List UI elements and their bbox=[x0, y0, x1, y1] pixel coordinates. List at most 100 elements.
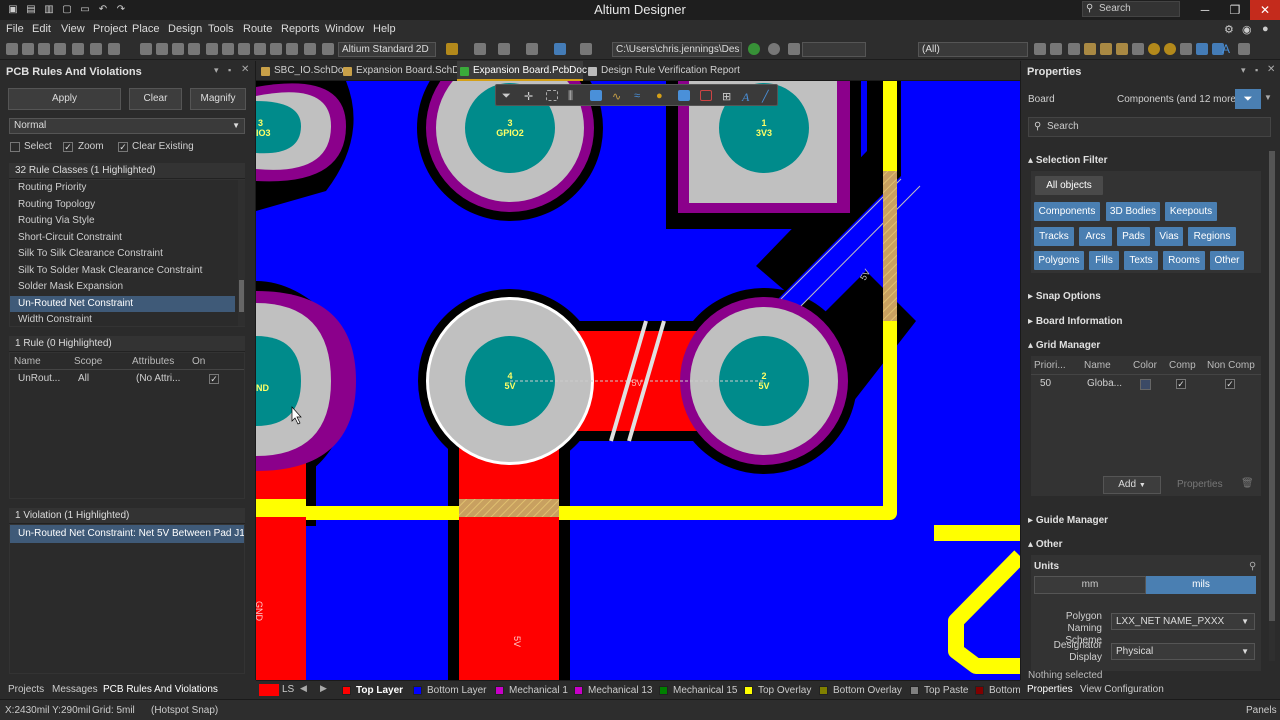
close-icon[interactable]: ✕ bbox=[1267, 64, 1275, 75]
pcb-drawing[interactable]: 3 GPIO2 1 3V3 3 IO3 ND 4 5V 2 5V 5V 5V 5… bbox=[256, 81, 1020, 680]
save-icon[interactable] bbox=[22, 43, 34, 55]
diff-pair-icon[interactable]: ≈ bbox=[634, 90, 646, 102]
scrollbar-thumb[interactable] bbox=[239, 280, 244, 312]
scroll-left-icon[interactable]: ◀ bbox=[300, 683, 307, 694]
rubber-stamp-icon[interactable] bbox=[188, 43, 200, 55]
menu-route[interactable]: Route bbox=[243, 23, 272, 35]
menu-project[interactable]: Project bbox=[93, 23, 127, 35]
filter-select[interactable]: (All) bbox=[918, 42, 1028, 57]
view-configuration-select[interactable]: Altium Standard 2D bbox=[338, 42, 436, 57]
fill-icon[interactable] bbox=[1196, 43, 1208, 55]
arc-icon[interactable] bbox=[1180, 43, 1192, 55]
filter-regions[interactable]: Regions bbox=[1188, 227, 1236, 246]
filter-tracks[interactable]: Tracks bbox=[1034, 227, 1074, 246]
panel-menu-icon[interactable]: ▾ bbox=[1241, 65, 1246, 76]
select-checkbox[interactable] bbox=[10, 142, 20, 152]
select-icon[interactable] bbox=[546, 90, 558, 101]
column-comp[interactable]: Comp bbox=[1169, 360, 1196, 371]
via-icon[interactable] bbox=[1164, 43, 1176, 55]
filter-button[interactable]: ⏷ bbox=[1235, 89, 1261, 109]
select-area-icon[interactable] bbox=[206, 43, 218, 55]
tune-icon[interactable] bbox=[1116, 43, 1128, 55]
close-button[interactable]: ✕ bbox=[1250, 0, 1280, 20]
restore-button[interactable]: ❐ bbox=[1220, 0, 1250, 20]
stop-icon[interactable] bbox=[768, 43, 780, 55]
list-item[interactable]: Silk To Silk Clearance Constraint bbox=[10, 246, 244, 263]
other-header[interactable]: ▴ Other bbox=[1028, 539, 1062, 550]
non-comp-checkbox[interactable]: ✓ bbox=[1225, 379, 1235, 389]
panels-button[interactable]: Panels bbox=[1246, 705, 1277, 716]
tab-drc-report[interactable]: Design Rule Verification Report bbox=[585, 61, 740, 81]
unit-mils-button[interactable]: mils bbox=[1146, 576, 1256, 594]
layer-tab-mechanical-1[interactable]: Mechanical 1 bbox=[495, 685, 568, 696]
selection-filter-header[interactable]: ▴ Selection Filter bbox=[1028, 155, 1108, 166]
column-name[interactable]: Name bbox=[1084, 360, 1111, 371]
current-layer-swatch[interactable] bbox=[259, 684, 279, 696]
dropdown-icon[interactable] bbox=[1034, 43, 1046, 55]
list-item[interactable]: Short-Circuit Constraint bbox=[10, 230, 244, 247]
component-icon[interactable] bbox=[554, 43, 566, 55]
pad-icon[interactable]: ● bbox=[656, 90, 668, 102]
place-icon[interactable] bbox=[498, 43, 510, 55]
panel-menu-icon[interactable]: ▾ bbox=[214, 65, 219, 76]
pcb-canvas[interactable]: 3 GPIO2 1 3V3 3 IO3 ND 4 5V 2 5V 5V 5V 5… bbox=[256, 81, 1020, 680]
column-priority[interactable]: Priori... bbox=[1034, 360, 1066, 371]
scrollbar[interactable] bbox=[238, 180, 245, 326]
menu-window[interactable]: Window bbox=[325, 23, 364, 35]
table-row[interactable]: UnRout... All (No Attri... ✓ bbox=[10, 371, 244, 387]
magnify-button[interactable]: Magnify bbox=[190, 88, 246, 110]
menu-view[interactable]: View bbox=[61, 23, 85, 35]
grid-manager-header[interactable]: ▴ Grid Manager bbox=[1028, 340, 1100, 351]
violation-item[interactable]: Un-Routed Net Constraint: Net 5V Between… bbox=[10, 525, 244, 543]
designator-display-select[interactable]: Physical ▼ bbox=[1111, 643, 1255, 660]
route-icon[interactable]: ∿ bbox=[612, 90, 624, 103]
trash-icon[interactable]: 🗑 bbox=[1241, 478, 1254, 489]
list-item[interactable]: Width Constraint bbox=[10, 312, 244, 329]
menu-design[interactable]: Design bbox=[168, 23, 202, 35]
chart-icon[interactable] bbox=[446, 43, 458, 55]
user-icon[interactable]: ● bbox=[1262, 23, 1269, 35]
grid-color-swatch[interactable] bbox=[1140, 379, 1151, 390]
table-row[interactable]: 50 Globa... ✓ ✓ bbox=[1031, 376, 1261, 392]
align-icon[interactable]: ⫼ bbox=[568, 90, 580, 102]
column-color[interactable]: Color bbox=[1133, 360, 1157, 371]
filter-pads[interactable]: Pads bbox=[1117, 227, 1150, 246]
layer-tab-top-layer[interactable]: Top Layer bbox=[342, 685, 403, 696]
tab-properties[interactable]: Properties bbox=[1027, 684, 1073, 695]
undo-icon[interactable] bbox=[270, 43, 282, 55]
clear-existing-checkbox[interactable]: ✓ bbox=[118, 142, 128, 152]
cut-icon[interactable] bbox=[140, 43, 152, 55]
zoom-icon[interactable] bbox=[54, 43, 66, 55]
scroll-right-icon[interactable]: ▶ bbox=[320, 683, 327, 694]
text-icon[interactable] bbox=[580, 43, 592, 55]
fill-icon[interactable] bbox=[678, 90, 690, 101]
layer-tab-mechanical-13[interactable]: Mechanical 13 bbox=[574, 685, 652, 696]
list-item[interactable]: Routing Topology bbox=[10, 197, 244, 214]
line-icon[interactable]: ╱ bbox=[762, 90, 774, 103]
zoom-area-icon[interactable] bbox=[90, 43, 102, 55]
tab-view-configuration[interactable]: View Configuration bbox=[1080, 684, 1164, 695]
clear-button[interactable]: Clear bbox=[129, 88, 182, 110]
zoom-checkbox[interactable]: ✓ bbox=[63, 142, 73, 152]
layer-tab-bottom-layer[interactable]: Bottom Layer bbox=[413, 685, 486, 696]
guide-manager-header[interactable]: ▸ Guide Manager bbox=[1028, 515, 1108, 526]
string-icon[interactable]: A bbox=[1222, 42, 1230, 56]
menu-place[interactable]: Place bbox=[132, 23, 160, 35]
close-icon[interactable]: ✕ bbox=[241, 64, 249, 75]
list-item[interactable]: Routing Via Style bbox=[10, 213, 244, 230]
route-interactive-icon[interactable] bbox=[1068, 43, 1080, 55]
properties-search-input[interactable]: ⚲ Search bbox=[1028, 117, 1271, 137]
zoom-selected-icon[interactable] bbox=[108, 43, 120, 55]
deselect-icon[interactable] bbox=[238, 43, 250, 55]
layer-tab-bottom[interactable]: Bottom bbox=[975, 685, 1021, 696]
chevron-down-icon[interactable]: ▼ bbox=[1264, 93, 1272, 102]
polygon-naming-select[interactable]: LXX_NET NAME_PXXX ▼ bbox=[1111, 613, 1255, 630]
list-item-highlighted[interactable]: Un-Routed Net Constraint bbox=[10, 295, 235, 312]
move-icon[interactable] bbox=[222, 43, 234, 55]
filter-vias[interactable]: Vias bbox=[1155, 227, 1183, 246]
print-icon[interactable] bbox=[38, 43, 50, 55]
align-icon[interactable] bbox=[474, 43, 486, 55]
snap-options-header[interactable]: ▸ Snap Options bbox=[1028, 291, 1101, 302]
column-on[interactable]: On bbox=[192, 356, 205, 367]
filter-other[interactable]: Other bbox=[1210, 251, 1244, 270]
